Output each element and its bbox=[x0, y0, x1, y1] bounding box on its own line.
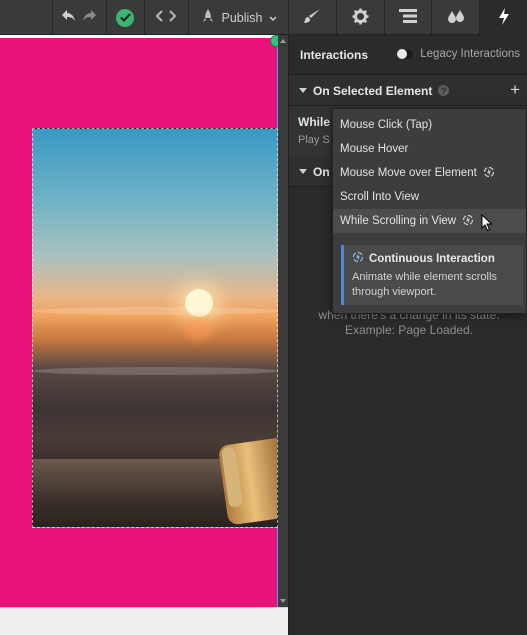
code-button[interactable] bbox=[144, 0, 188, 35]
wave-highlight bbox=[33, 307, 277, 315]
option-label: While Scrolling in View bbox=[340, 215, 457, 227]
empty-line: Example: Page Loaded. bbox=[344, 323, 474, 337]
selected-image[interactable] bbox=[32, 128, 278, 528]
trigger-option[interactable]: Mouse Hover bbox=[333, 137, 526, 161]
scroll-down-arrow-icon[interactable] bbox=[280, 599, 286, 603]
info-title-text: Continuous Interaction bbox=[369, 252, 495, 265]
continuous-icon bbox=[352, 251, 364, 266]
collapse-triangle-icon bbox=[299, 88, 307, 93]
continuous-icon bbox=[462, 214, 474, 229]
section-label: On Selected Element bbox=[313, 83, 433, 98]
continuous-icon bbox=[483, 166, 495, 181]
option-label: Scroll Into View bbox=[340, 191, 420, 203]
chevron-down-icon bbox=[268, 11, 277, 25]
mouse-cursor-icon bbox=[481, 213, 493, 235]
trigger-option[interactable]: Scroll Into View bbox=[333, 185, 526, 209]
sun-shape bbox=[185, 289, 213, 317]
trigger-option[interactable]: Mouse Click (Tap) bbox=[333, 113, 526, 137]
info-description: Animate while element scrolls through vi… bbox=[352, 271, 497, 298]
collapse-triangle-icon bbox=[299, 169, 307, 174]
legacy-toggle[interactable]: Legacy Interactions bbox=[397, 48, 520, 60]
check-icon bbox=[116, 8, 134, 27]
canvas-bottom-bar bbox=[0, 607, 288, 635]
info-title: Continuous Interaction bbox=[352, 251, 523, 266]
drops-icon bbox=[447, 9, 465, 26]
info-tooltip: Continuous Interaction Animate while ele… bbox=[341, 245, 523, 305]
option-label: Mouse Hover bbox=[340, 143, 409, 155]
site-status-button[interactable] bbox=[106, 0, 144, 35]
legacy-label: Legacy Interactions bbox=[420, 48, 520, 60]
tab-navigator[interactable] bbox=[383, 0, 432, 35]
undo-redo-group bbox=[52, 0, 106, 35]
panel-title: Interactions bbox=[300, 47, 369, 62]
help-icon[interactable]: ? bbox=[438, 85, 450, 96]
tab-settings[interactable] bbox=[335, 0, 384, 35]
panel-tabs bbox=[288, 0, 527, 35]
publish-icon bbox=[200, 8, 216, 27]
tab-style[interactable] bbox=[288, 0, 336, 35]
publish-button[interactable]: Publish bbox=[188, 0, 288, 35]
wave-highlight bbox=[33, 367, 277, 375]
trigger-option-highlighted[interactable]: While Scrolling in View bbox=[333, 209, 526, 233]
redo-icon[interactable] bbox=[81, 9, 97, 26]
add-icon[interactable]: + bbox=[510, 81, 520, 99]
undo-icon[interactable] bbox=[61, 9, 77, 26]
tab-assets[interactable] bbox=[431, 0, 479, 35]
canvas-scrollbar[interactable] bbox=[278, 35, 288, 607]
panel-header: Interactions Legacy Interactions bbox=[289, 35, 527, 75]
lightning-icon bbox=[498, 7, 510, 28]
option-label: Mouse Click (Tap) bbox=[340, 119, 433, 131]
publish-label: Publish bbox=[221, 10, 263, 25]
brush-icon bbox=[303, 8, 321, 27]
toggle-switch[interactable] bbox=[397, 48, 414, 59]
scroll-up-arrow-icon[interactable] bbox=[280, 39, 286, 43]
gear-icon bbox=[352, 8, 369, 28]
code-icon bbox=[155, 9, 177, 27]
option-label: Mouse Move over Element bbox=[340, 167, 477, 179]
section-label: On bbox=[313, 164, 330, 179]
tab-interactions[interactable] bbox=[479, 0, 527, 35]
trigger-dropdown: Mouse Click (Tap) Mouse Hover Mouse Move… bbox=[332, 108, 527, 314]
section-on-selected-element[interactable]: On Selected Element ? + bbox=[289, 76, 527, 106]
trigger-option[interactable]: Mouse Move over Element bbox=[333, 161, 526, 185]
sun-reflection bbox=[183, 317, 213, 341]
navigator-icon bbox=[398, 9, 417, 26]
top-toolbar: Publish bbox=[0, 0, 527, 35]
